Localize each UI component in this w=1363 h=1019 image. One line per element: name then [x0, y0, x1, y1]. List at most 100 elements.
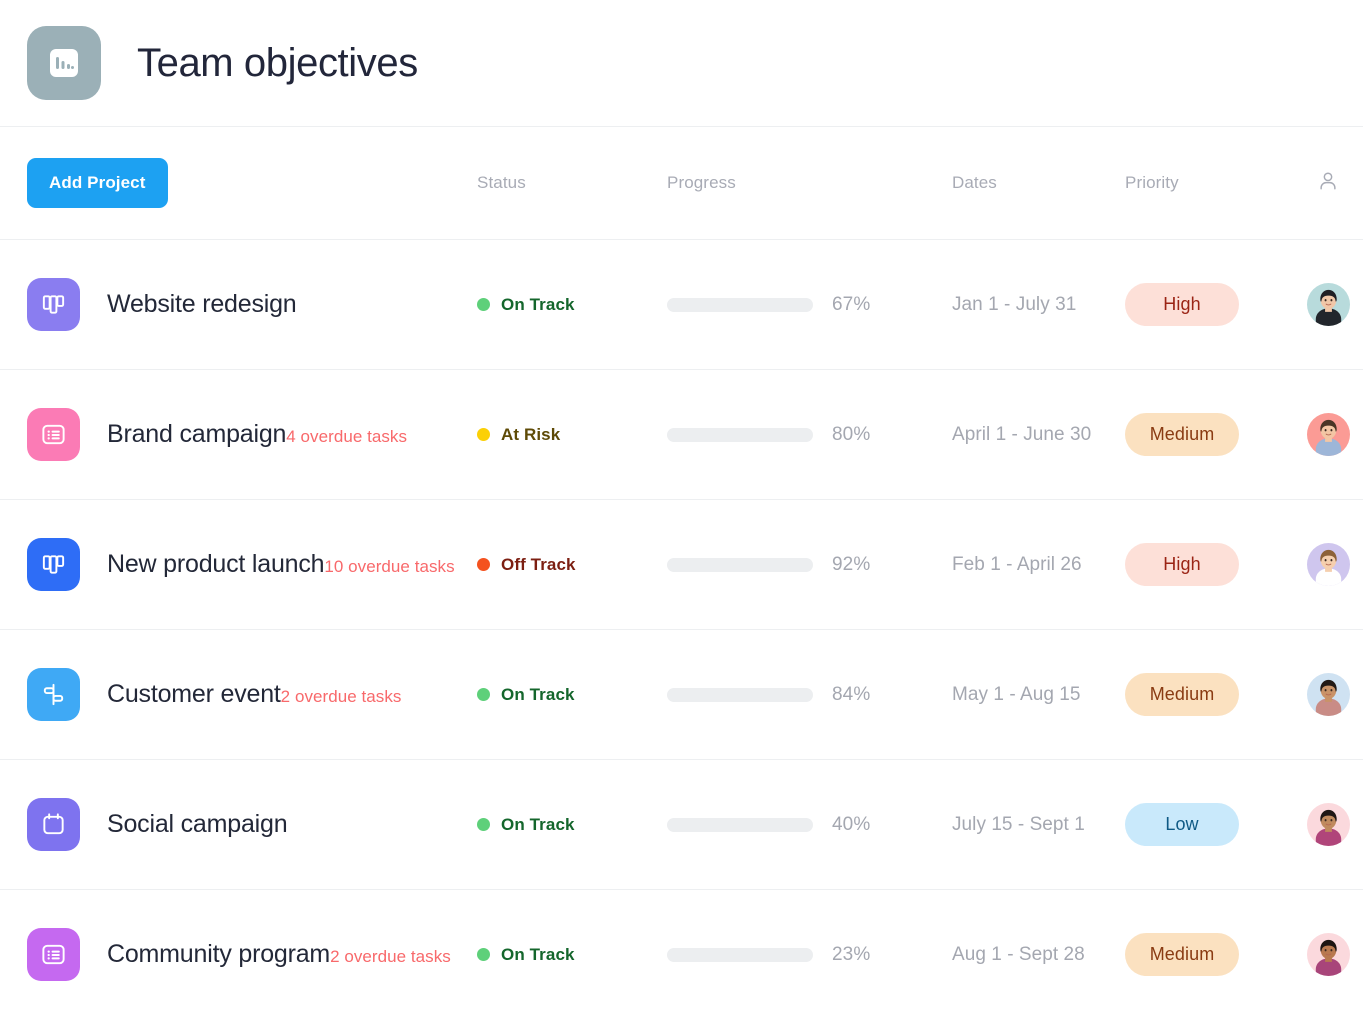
cell-status[interactable]: At Risk — [477, 425, 667, 445]
cell-dates[interactable]: May 1 - Aug 15 — [952, 684, 1125, 706]
cell-project[interactable]: Community program2 overdue tasks — [27, 928, 477, 981]
cell-priority[interactable]: Medium — [1125, 933, 1298, 976]
cell-dates[interactable]: April 1 - June 30 — [952, 424, 1125, 446]
overdue-tasks-label: 2 overdue tasks — [281, 687, 402, 706]
cell-progress[interactable]: 23% — [667, 944, 952, 966]
app-header: Team objectives — [0, 0, 1363, 127]
calendar-icon — [27, 798, 80, 851]
progress-bar — [667, 818, 813, 832]
progress-percent-label: 23% — [832, 944, 870, 966]
status-dot-icon — [477, 428, 490, 441]
table-row[interactable]: Customer event2 overdue tasksOn Track 84%… — [0, 630, 1363, 760]
avatar[interactable] — [1307, 413, 1350, 456]
priority-badge[interactable]: Medium — [1125, 933, 1239, 976]
priority-badge[interactable]: Low — [1125, 803, 1239, 846]
date-range-label: Aug 1 - Sept 28 — [952, 944, 1085, 966]
cell-status[interactable]: Off Track — [477, 555, 667, 575]
header-cell-progress[interactable]: Progress — [667, 173, 952, 193]
date-range-label: April 1 - June 30 — [952, 424, 1091, 446]
avatar[interactable] — [1307, 673, 1350, 716]
status-dot-icon — [477, 948, 490, 961]
cell-project[interactable]: Customer event2 overdue tasks — [27, 668, 477, 721]
cell-project[interactable]: Brand campaign4 overdue tasks — [27, 408, 477, 461]
cell-priority[interactable]: Low — [1125, 803, 1298, 846]
add-project-button[interactable]: Add Project — [27, 158, 168, 208]
priority-badge[interactable]: High — [1125, 543, 1239, 586]
cell-progress[interactable]: 80% — [667, 424, 952, 446]
progress-percent-label: 92% — [832, 554, 870, 576]
project-name: New product launch — [107, 550, 324, 578]
table-row[interactable]: Social campaign On Track 40% July 15 - Sept… — [0, 760, 1363, 890]
cell-priority[interactable]: Medium — [1125, 673, 1298, 716]
cell-owner[interactable] — [1298, 803, 1358, 846]
cell-dates[interactable]: July 15 - Sept 1 — [952, 814, 1125, 836]
cell-status[interactable]: On Track — [477, 945, 667, 965]
table-row[interactable]: Brand campaign4 overdue tasks At Risk 80%A… — [0, 370, 1363, 500]
cell-owner[interactable] — [1298, 283, 1358, 326]
progress-bar — [667, 948, 813, 962]
header-cell-owner[interactable] — [1298, 170, 1358, 197]
cell-project[interactable]: Social campaign — [27, 798, 477, 851]
project-name: Social campaign — [107, 810, 287, 838]
board-icon — [27, 538, 80, 591]
avatar[interactable] — [1307, 933, 1350, 976]
date-range-label: Jan 1 - July 31 — [952, 294, 1076, 316]
cell-owner[interactable] — [1298, 413, 1358, 456]
project-text: New product launch10 overdue tasks — [107, 550, 455, 579]
header-cell-actions: Add Project — [27, 158, 477, 208]
project-name: Community program — [107, 940, 330, 968]
header-cell-dates[interactable]: Dates — [952, 173, 1125, 193]
list-icon — [27, 928, 80, 981]
cell-progress[interactable]: 84% — [667, 684, 952, 706]
overdue-tasks-label: 2 overdue tasks — [330, 947, 451, 966]
date-range-label: July 15 - Sept 1 — [952, 814, 1085, 836]
cell-owner[interactable] — [1298, 933, 1358, 976]
header-cell-priority[interactable]: Priority — [1125, 173, 1298, 193]
timeline-icon — [27, 668, 80, 721]
priority-badge[interactable]: Medium — [1125, 673, 1239, 716]
progress-bar — [667, 298, 813, 312]
header-cell-status[interactable]: Status — [477, 173, 667, 193]
avatar[interactable] — [1307, 543, 1350, 586]
cell-status[interactable]: On Track — [477, 295, 667, 315]
cell-status[interactable]: On Track — [477, 815, 667, 835]
overdue-tasks-label: 4 overdue tasks — [286, 427, 407, 446]
status-label: On Track — [501, 815, 575, 835]
cell-project[interactable]: New product launch10 overdue tasks — [27, 538, 477, 591]
priority-badge[interactable]: High — [1125, 283, 1239, 326]
cell-dates[interactable]: Feb 1 - April 26 — [952, 554, 1125, 576]
cell-owner[interactable] — [1298, 543, 1358, 586]
cell-progress[interactable]: 92% — [667, 554, 952, 576]
cell-priority[interactable]: High — [1125, 283, 1298, 326]
cell-dates[interactable]: Jan 1 - July 31 — [952, 294, 1125, 316]
project-text: Website redesign — [107, 290, 297, 319]
project-text: Brand campaign4 overdue tasks — [107, 420, 407, 449]
column-header-progress: Progress — [667, 173, 736, 193]
board-icon — [27, 278, 80, 331]
cell-owner[interactable] — [1298, 673, 1358, 716]
table-row[interactable]: Website redesign On Track 67%Jan 1 - July … — [0, 240, 1363, 370]
progress-percent-label: 40% — [832, 814, 870, 836]
cell-priority[interactable]: Medium — [1125, 413, 1298, 456]
table-row[interactable]: New product launch10 overdue tasks Off Tr… — [0, 500, 1363, 630]
progress-percent-label: 84% — [832, 684, 870, 706]
status-label: At Risk — [501, 425, 560, 445]
project-name: Website redesign — [107, 290, 297, 318]
overdue-tasks-label: 10 overdue tasks — [324, 557, 454, 576]
cell-status[interactable]: On Track — [477, 685, 667, 705]
priority-badge[interactable]: Medium — [1125, 413, 1239, 456]
status-label: On Track — [501, 295, 575, 315]
avatar[interactable] — [1307, 283, 1350, 326]
cell-dates[interactable]: Aug 1 - Sept 28 — [952, 944, 1125, 966]
table-row[interactable]: Community program2 overdue tasks On Track… — [0, 890, 1363, 1019]
avatar[interactable] — [1307, 803, 1350, 846]
status-dot-icon — [477, 558, 490, 571]
date-range-label: Feb 1 - April 26 — [952, 554, 1082, 576]
project-text: Social campaign — [107, 810, 287, 839]
cell-progress[interactable]: 67% — [667, 294, 952, 316]
cell-project[interactable]: Website redesign — [27, 278, 477, 331]
progress-bar — [667, 558, 813, 572]
cell-progress[interactable]: 40% — [667, 814, 952, 836]
cell-priority[interactable]: High — [1125, 543, 1298, 586]
project-text: Community program2 overdue tasks — [107, 940, 451, 969]
